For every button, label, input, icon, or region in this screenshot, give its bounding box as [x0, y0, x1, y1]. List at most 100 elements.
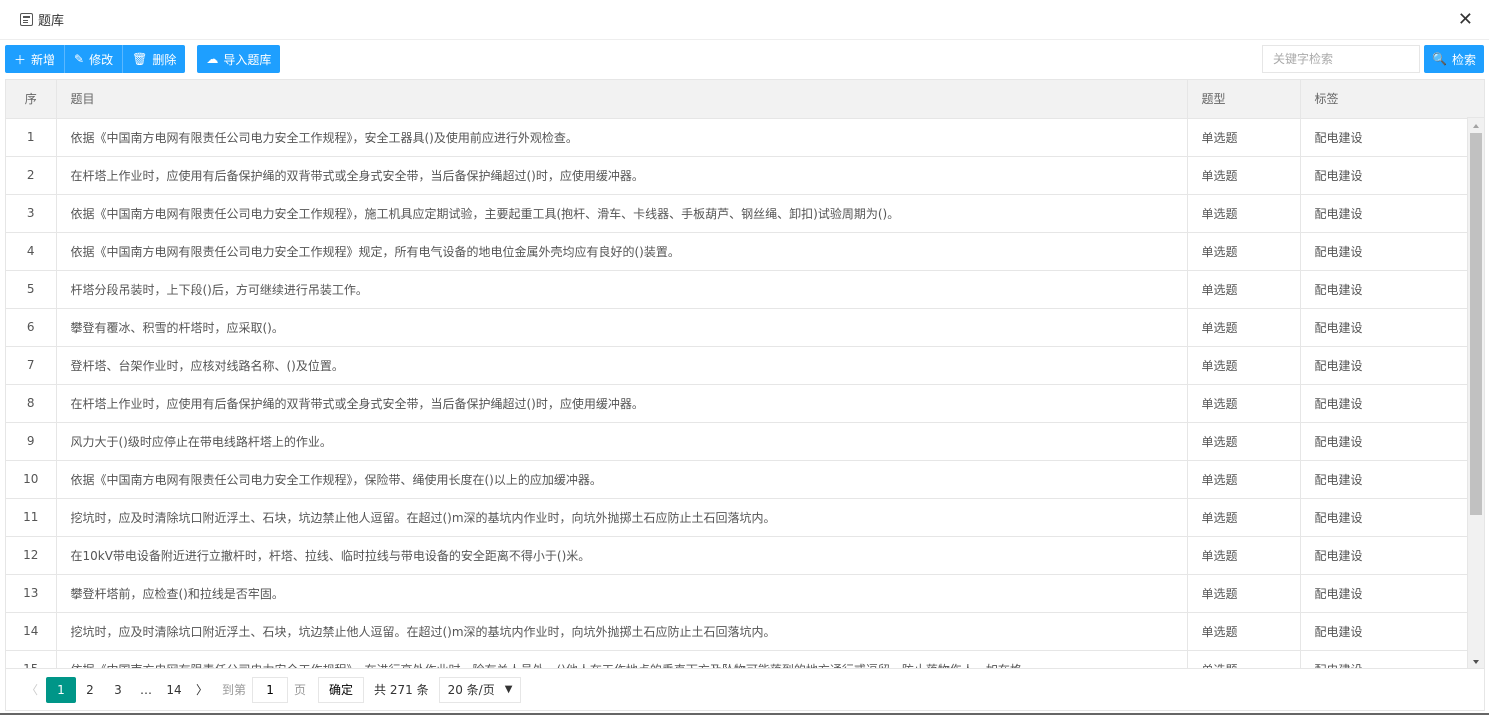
- page-unit-label: 页: [294, 683, 307, 697]
- row-question: 在杆塔上作业时，应使用有后备保护绳的双背带式或全身式安全带，当后备保护绳超过()…: [56, 156, 1188, 195]
- add-button-label: 新增: [31, 52, 56, 67]
- row-index: 2: [6, 156, 57, 195]
- row-index: 12: [6, 536, 57, 575]
- table-row[interactable]: 8 在杆塔上作业时，应使用有后备保护绳的双背带式或全身式安全带，当后备保护绳超过(…: [6, 384, 1469, 423]
- table-row[interactable]: 2 在杆塔上作业时，应使用有后备保护绳的双背带式或全身式安全带，当后备保护绳超过(…: [6, 156, 1469, 195]
- row-question: 杆塔分段吊装时，上下段()后，方可继续进行吊装工作。: [56, 270, 1188, 309]
- row-question: 依据《中国南方电网有限责任公司电力安全工作规程》，保险带、绳使用长度在()以上的…: [56, 460, 1188, 499]
- page-size-select[interactable]: 20 条/页 ▼: [438, 676, 522, 703]
- scrollbar-thumb[interactable]: [1470, 133, 1482, 515]
- row-index: 13: [6, 574, 57, 613]
- edit-button[interactable]: ✎ 修改: [64, 45, 123, 73]
- row-type: 单选题: [1187, 232, 1301, 271]
- add-button[interactable]: ＋ 新增: [5, 45, 65, 73]
- page-button-last[interactable]: 14: [160, 677, 188, 703]
- search-icon: 🔍: [1432, 52, 1447, 66]
- row-index: 6: [6, 308, 57, 347]
- plus-icon: ＋: [14, 52, 27, 67]
- cloud-upload-icon: ☁: [206, 52, 219, 66]
- pencil-icon: ✎: [74, 52, 85, 66]
- table-row[interactable]: 4 依据《中国南方电网有限责任公司电力安全工作规程》规定，所有电气设备的地电位金属…: [6, 232, 1469, 271]
- row-tag: 配电建设: [1300, 156, 1469, 195]
- table-row[interactable]: 11 挖坑时，应及时清除坑口附近浮土、石块，坑边禁止他人逗留。在超过()m深的基坑…: [6, 498, 1469, 537]
- column-header-tag[interactable]: 标签: [1300, 80, 1469, 119]
- table-row[interactable]: 14 挖坑时，应及时清除坑口附近浮土、石块，坑边禁止他人逗留。在超过()m深的基坑…: [6, 612, 1469, 651]
- table-row[interactable]: 12 在10kV带电设备附近进行立撤杆时，杆塔、拉线、临时拉线与带电设备的安全距离…: [6, 536, 1469, 575]
- page-button-1[interactable]: 1: [46, 676, 76, 703]
- column-header-question[interactable]: 题目: [56, 80, 1188, 119]
- row-tag: 配电建设: [1300, 574, 1469, 613]
- table-row[interactable]: 6 攀登有覆冰、积雪的杆塔时，应采取()。 单选题 配电建设: [6, 308, 1469, 347]
- table-row[interactable]: 15依据《中国南方电网有限责任公司电力安全工作规程》，在进行高处作业时，除有关人…: [6, 650, 1469, 668]
- row-index: 4: [6, 232, 57, 271]
- row-tag: 配电建设: [1300, 460, 1469, 499]
- search-button-label: 检索: [1451, 52, 1476, 67]
- row-tag: 配电建设: [1300, 308, 1469, 347]
- row-question: 依据《中国南方电网有限责任公司电力安全工作规程》，在进行高处作业时，除有关人员外…: [56, 650, 1188, 668]
- row-type: 单选题: [1187, 460, 1301, 499]
- row-question: 攀登杆塔前，应检查()和拉线是否牢固。: [56, 574, 1188, 613]
- column-header-index[interactable]: 序: [6, 80, 57, 119]
- search-button[interactable]: 🔍 检索: [1424, 45, 1484, 73]
- page-size-value: 20 条/页: [447, 683, 495, 697]
- row-index: 15: [6, 650, 57, 668]
- row-tag: 配电建设: [1300, 270, 1469, 309]
- row-tag: 配电建设: [1300, 650, 1469, 668]
- row-tag: 配电建设: [1300, 498, 1469, 537]
- table-row[interactable]: 13 攀登杆塔前，应检查()和拉线是否牢固。 单选题 配电建设: [6, 574, 1469, 613]
- goto-page-input[interactable]: [252, 676, 289, 703]
- row-type: 单选题: [1187, 194, 1301, 233]
- row-question: 攀登有覆冰、积雪的杆塔时，应采取()。: [56, 308, 1188, 347]
- page-button-3[interactable]: 3: [104, 677, 132, 703]
- goto-label: 到第: [222, 683, 247, 697]
- delete-button[interactable]: 🗑 删除: [122, 45, 186, 73]
- prev-page-button[interactable]: 〈: [18, 677, 46, 703]
- row-index: 14: [6, 612, 57, 651]
- row-question: 登杆塔、台架作业时，应核对线路名称、()及位置。: [56, 346, 1188, 385]
- row-type: 单选题: [1187, 612, 1301, 651]
- close-icon[interactable]: ✕: [1458, 10, 1473, 29]
- scrollbar-header-corner: [1467, 80, 1484, 118]
- scroll-down-icon[interactable]: [1473, 660, 1479, 664]
- row-index: 10: [6, 460, 57, 499]
- question-table: 序 题目 题型 标签 1 依据《中国南方电网有限责任公司电力安全工作规程》，安全工…: [5, 79, 1485, 669]
- row-index: 5: [6, 270, 57, 309]
- page-button-2[interactable]: 2: [76, 677, 104, 703]
- row-question: 在10kV带电设备附近进行立撤杆时，杆塔、拉线、临时拉线与带电设备的安全距离不得…: [56, 536, 1188, 575]
- row-tag: 配电建设: [1300, 232, 1469, 271]
- row-question: 挖坑时，应及时清除坑口附近浮土、石块，坑边禁止他人逗留。在超过()m深的基坑内作…: [56, 612, 1188, 651]
- row-type: 单选题: [1187, 270, 1301, 309]
- table-row[interactable]: 3 依据《中国南方电网有限责任公司电力安全工作规程》，施工机具应定期试验，主要起重…: [6, 194, 1469, 233]
- row-type: 单选题: [1187, 422, 1301, 461]
- dialog-titlebar: 题库 ✕: [0, 0, 1489, 40]
- import-button[interactable]: ☁ 导入题库: [197, 45, 281, 73]
- scroll-up-icon[interactable]: [1473, 124, 1479, 128]
- vertical-scrollbar[interactable]: [1467, 118, 1484, 668]
- table-row[interactable]: 1 依据《中国南方电网有限责任公司电力安全工作规程》，安全工器具()及使用前应进行…: [6, 118, 1469, 157]
- row-type: 单选题: [1187, 384, 1301, 423]
- next-page-button[interactable]: 〉: [188, 677, 216, 703]
- row-question: 依据《中国南方电网有限责任公司电力安全工作规程》，施工机具应定期试验，主要起重工…: [56, 194, 1188, 233]
- document-icon: [20, 13, 33, 26]
- table-row[interactable]: 5 杆塔分段吊装时，上下段()后，方可继续进行吊装工作。 单选题 配电建设: [6, 270, 1469, 309]
- goto-confirm-button[interactable]: 确定: [318, 676, 365, 703]
- column-header-type[interactable]: 题型: [1187, 80, 1301, 119]
- row-type: 单选题: [1187, 536, 1301, 575]
- row-index: 3: [6, 194, 57, 233]
- row-tag: 配电建设: [1300, 384, 1469, 423]
- search-input[interactable]: [1262, 45, 1421, 73]
- table-row[interactable]: 10 依据《中国南方电网有限责任公司电力安全工作规程》，保险带、绳使用长度在()以…: [6, 460, 1469, 499]
- row-tag: 配电建设: [1300, 346, 1469, 385]
- question-bank-dialog: 题库 ✕ ＋ 新增 ✎ 修改 🗑 删除 ☁ 导入题库 🔍 检: [0, 0, 1489, 715]
- delete-button-label: 删除: [152, 52, 177, 67]
- row-index: 1: [6, 118, 57, 157]
- trash-icon: 🗑: [132, 52, 148, 66]
- row-index: 7: [6, 346, 57, 385]
- total-count: 共 271 条: [374, 683, 429, 697]
- table-row[interactable]: 9 风力大于()级时应停止在带电线路杆塔上的作业。 单选题 配电建设: [6, 422, 1469, 461]
- row-type: 单选题: [1187, 156, 1301, 195]
- table-row[interactable]: 7 登杆塔、台架作业时，应核对线路名称、()及位置。 单选题 配电建设: [6, 346, 1469, 385]
- row-question: 依据《中国南方电网有限责任公司电力安全工作规程》规定，所有电气设备的地电位金属外…: [56, 232, 1188, 271]
- crud-button-group: ＋ 新增 ✎ 修改 🗑 删除: [5, 45, 186, 73]
- row-question: 在杆塔上作业时，应使用有后备保护绳的双背带式或全身式安全带，当后备保护绳超过()…: [56, 384, 1188, 423]
